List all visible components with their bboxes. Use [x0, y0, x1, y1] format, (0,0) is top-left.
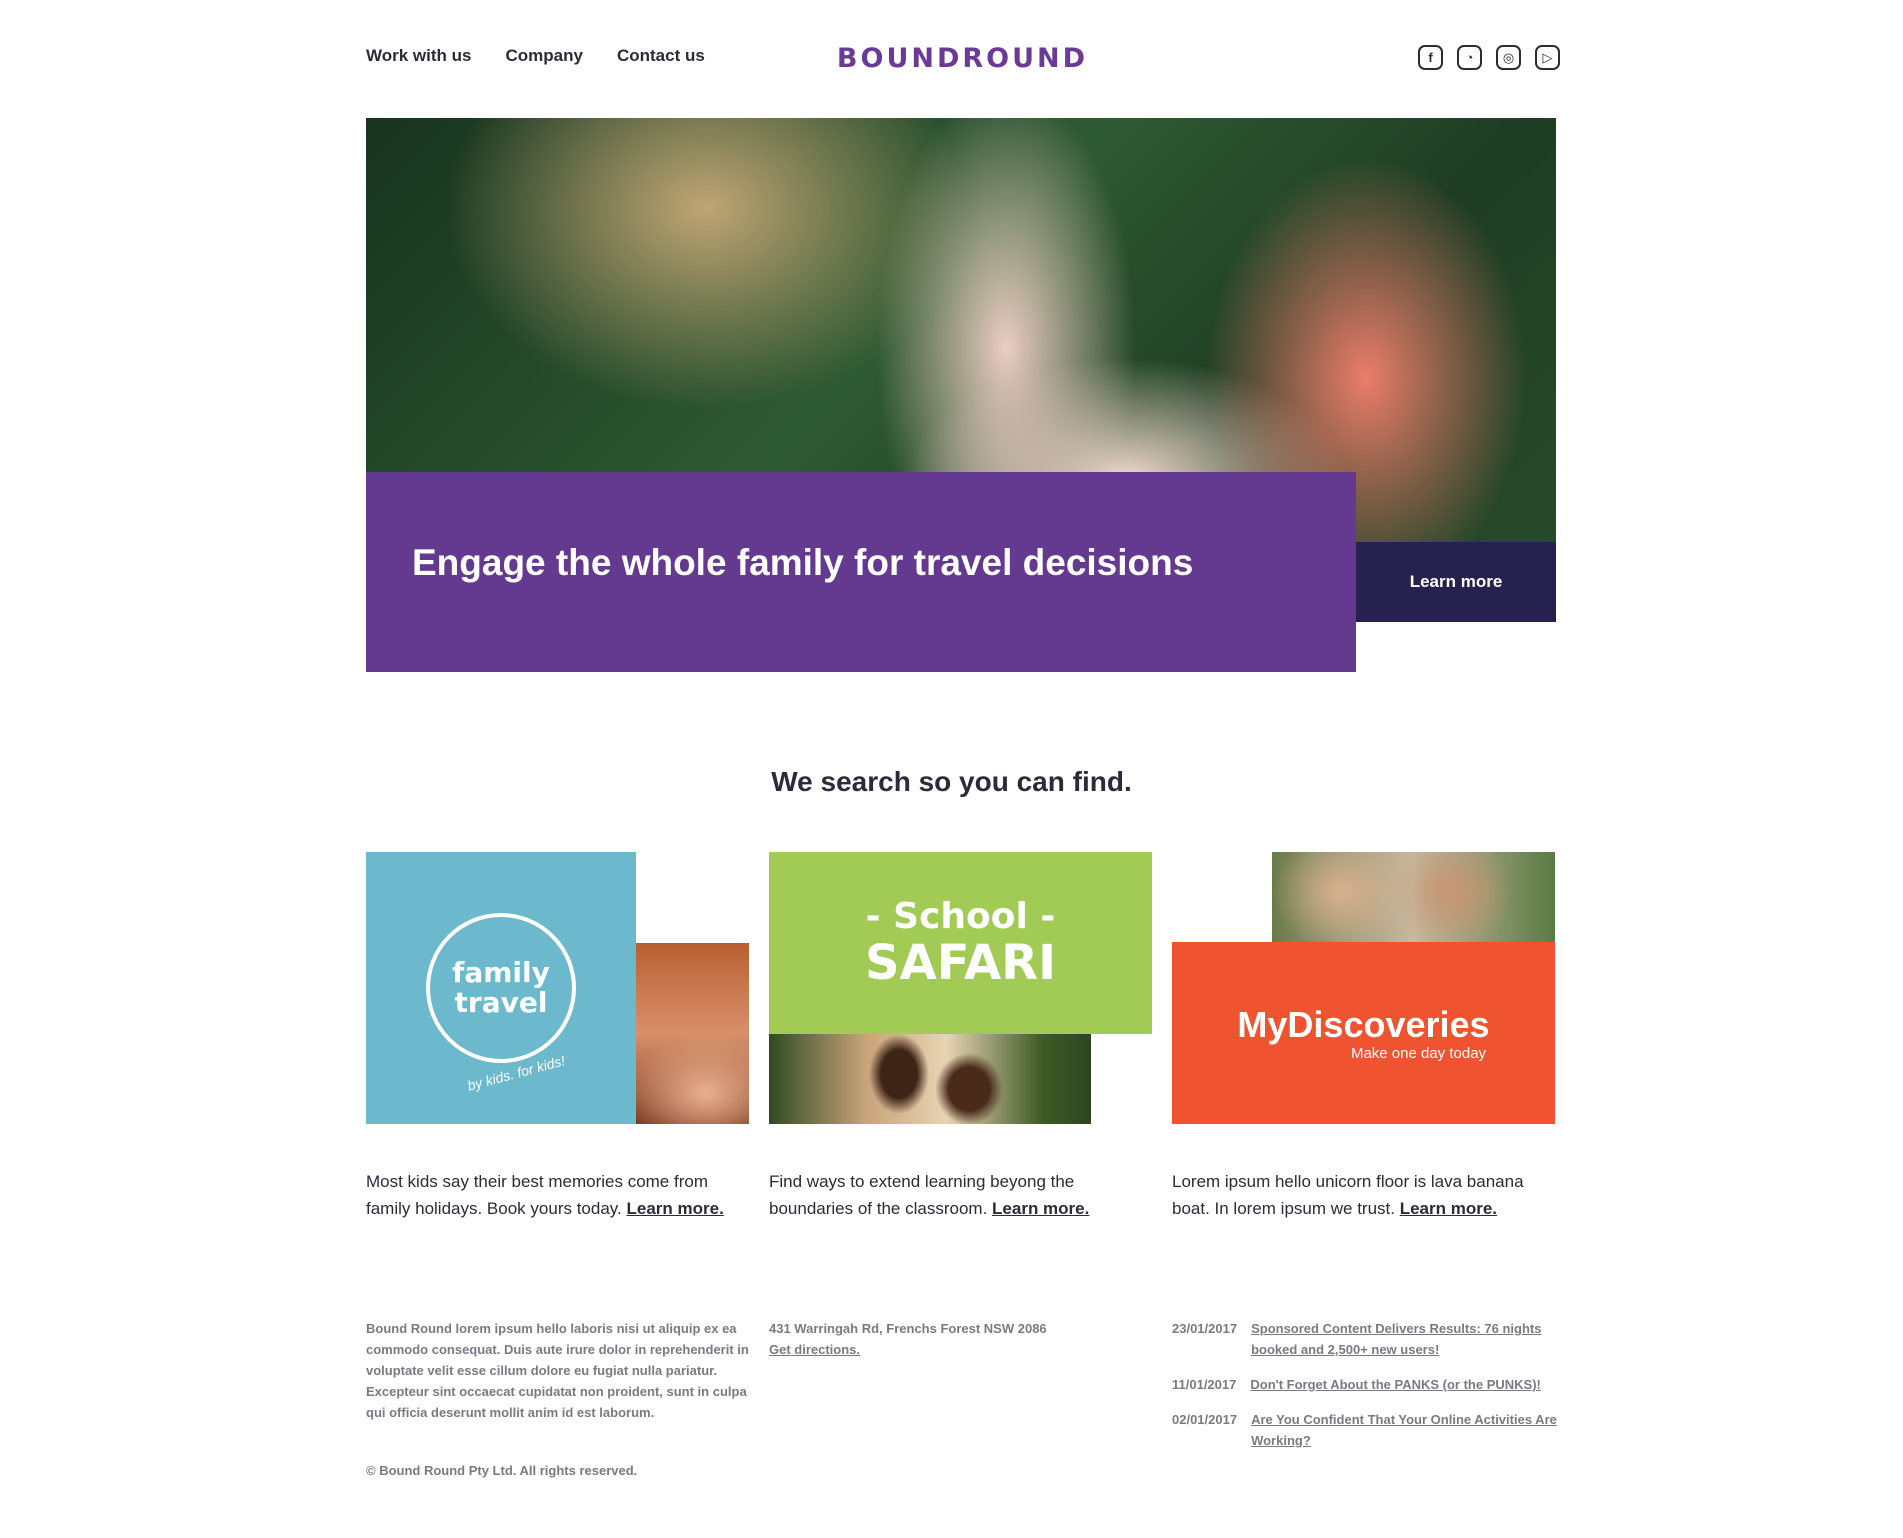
copyright: © Bound Round Pty Ltd. All rights reserv… [366, 1463, 638, 1478]
boundround-logo[interactable]: BOUNDROUND [837, 40, 1085, 76]
instagram-icon[interactable]: ◎ [1496, 45, 1521, 70]
brand-tagline: by kids. for kids! [465, 1052, 567, 1094]
news-link[interactable]: Sponsored Content Delivers Results: 76 n… [1251, 1318, 1567, 1360]
news-list: 23/01/2017 Sponsored Content Delivers Re… [1172, 1318, 1567, 1465]
mydiscoveries-card[interactable]: MyDiscoveries Make one day today [1172, 852, 1555, 1124]
news-date: 23/01/2017 [1172, 1321, 1238, 1336]
brand-line-1: MyDiscoveries [1237, 1003, 1490, 1045]
family-travel-text: Most kids say their best memories come f… [366, 1168, 749, 1222]
globe-icon: family travel by kids. for kids! [426, 913, 576, 1094]
mydiscoveries-logo-panel: MyDiscoveries Make one day today [1172, 942, 1555, 1124]
hero-title: Engage the whole family for travel decis… [412, 542, 1194, 583]
section-title: We search so you can find. [771, 766, 1132, 797]
news-link[interactable]: Don't Forget About the PANKS (or the PUN… [1250, 1374, 1541, 1395]
chat-icon[interactable]: ◔ [1457, 45, 1482, 70]
school-safari-learn-more-link[interactable]: Learn more. [992, 1199, 1089, 1218]
mydiscoveries-text: Lorem ipsum hello unicorn floor is lava … [1172, 1168, 1555, 1222]
brand-line-2: SAFARI [865, 935, 1056, 991]
social-links: f ◔ ◎ ▷ [1418, 45, 1560, 70]
brand-line-1: - School - [865, 896, 1056, 937]
hero-banner: Engage the whole family for travel decis… [366, 472, 1356, 672]
giraffe-photo [769, 1034, 1091, 1124]
brand-line-1: family [452, 956, 550, 989]
brand-line-2: Make one day today [1350, 1044, 1487, 1062]
family-travel-learn-more-link[interactable]: Learn more. [626, 1199, 723, 1218]
school-safari-text: Find ways to extend learning beyong the … [769, 1168, 1152, 1222]
nav-contact-us[interactable]: Contact us [617, 46, 705, 66]
main-nav: Work with us Company Contact us [366, 46, 705, 66]
facebook-icon[interactable]: f [1418, 45, 1443, 70]
news-link[interactable]: Are You Confident That Your Online Activ… [1251, 1409, 1567, 1451]
family-travel-photo [636, 943, 749, 1124]
family-travel-card[interactable]: family travel by kids. for kids! [366, 852, 749, 1124]
news-item: 02/01/2017 Are You Confident That Your O… [1172, 1409, 1567, 1451]
nav-company[interactable]: Company [505, 46, 582, 66]
nav-work-with-us[interactable]: Work with us [366, 46, 471, 66]
family-travel-logo-panel: family travel by kids. for kids! [366, 852, 636, 1124]
couple-photo [1272, 852, 1555, 944]
mydiscoveries-learn-more-link[interactable]: Learn more. [1400, 1199, 1497, 1218]
footer-address-block: 431 Warringah Rd, Frenchs Forest NSW 208… [769, 1318, 1047, 1360]
logo-text: BOUNDROUND [836, 42, 1089, 74]
school-safari-card[interactable]: - School - SAFARI [769, 852, 1152, 1124]
footer-address: 431 Warringah Rd, Frenchs Forest NSW 208… [769, 1321, 1047, 1336]
school-safari-logo-panel: - School - SAFARI [769, 852, 1152, 1034]
news-item: 23/01/2017 Sponsored Content Delivers Re… [1172, 1318, 1567, 1360]
footer-about: Bound Round lorem ipsum hello laboris ni… [366, 1321, 749, 1420]
youtube-icon[interactable]: ▷ [1535, 45, 1560, 70]
learn-more-button[interactable]: Learn more [1356, 542, 1556, 622]
news-date: 02/01/2017 [1172, 1412, 1238, 1427]
news-date: 11/01/2017 [1172, 1377, 1237, 1392]
news-item: 11/01/2017 Don't Forget About the PANKS … [1172, 1374, 1567, 1395]
brand-line-2: travel [454, 986, 548, 1019]
get-directions-link[interactable]: Get directions. [769, 1342, 860, 1357]
